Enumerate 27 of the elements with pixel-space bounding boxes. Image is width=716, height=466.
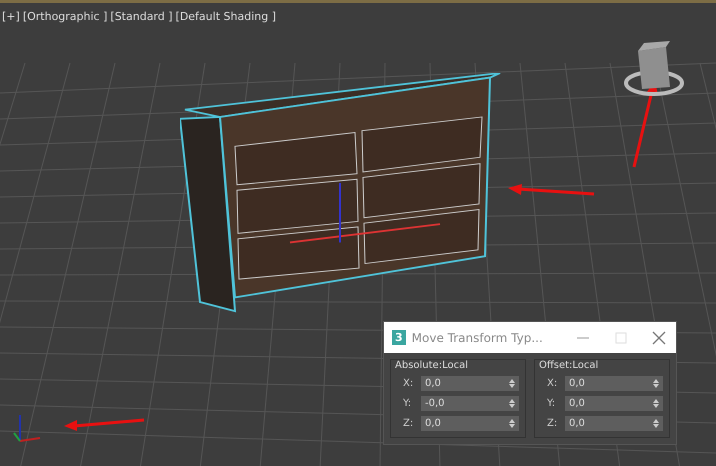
spinner-arrows-icon[interactable] bbox=[653, 419, 659, 428]
spinner-field[interactable]: 0,0 bbox=[565, 396, 663, 411]
spinner-field[interactable]: 0,0 bbox=[421, 416, 519, 431]
spinner-field[interactable]: 0,0 bbox=[565, 416, 663, 431]
axis-label: Z: bbox=[403, 418, 414, 429]
axis-label: Y: bbox=[403, 398, 412, 409]
axis-label: Z: bbox=[547, 418, 558, 429]
spinner-field[interactable]: 0,0 bbox=[421, 376, 519, 391]
spinner-arrows-icon[interactable] bbox=[653, 399, 659, 408]
axis-label: Y: bbox=[547, 398, 556, 409]
app-icon: 3 bbox=[392, 330, 406, 345]
spinner-arrows-icon[interactable] bbox=[509, 399, 515, 408]
axis-label: X: bbox=[403, 378, 414, 389]
viewport-menu-label[interactable]: [+] bbox=[2, 10, 20, 23]
spinner-arrows-icon[interactable] bbox=[509, 419, 515, 428]
axis-label: X: bbox=[547, 378, 558, 389]
viewport-menu-label[interactable]: [Standard ] bbox=[110, 10, 173, 23]
group-title: Offset:Local bbox=[539, 360, 600, 371]
window-title: Move Transform Typ... bbox=[412, 330, 544, 344]
viewport-menu-label[interactable]: [Default Shading ] bbox=[176, 10, 276, 23]
spinner-arrows-icon[interactable] bbox=[509, 379, 515, 388]
spinner-arrows-icon[interactable] bbox=[653, 379, 659, 388]
viewport-menu-label[interactable]: [Orthographic ] bbox=[22, 10, 108, 23]
spinner-field[interactable]: -0,0 bbox=[421, 396, 519, 411]
close-icon[interactable] bbox=[652, 330, 666, 344]
group-title: Absolute:Local bbox=[395, 360, 469, 371]
spinner-field[interactable]: 0,0 bbox=[565, 376, 663, 391]
